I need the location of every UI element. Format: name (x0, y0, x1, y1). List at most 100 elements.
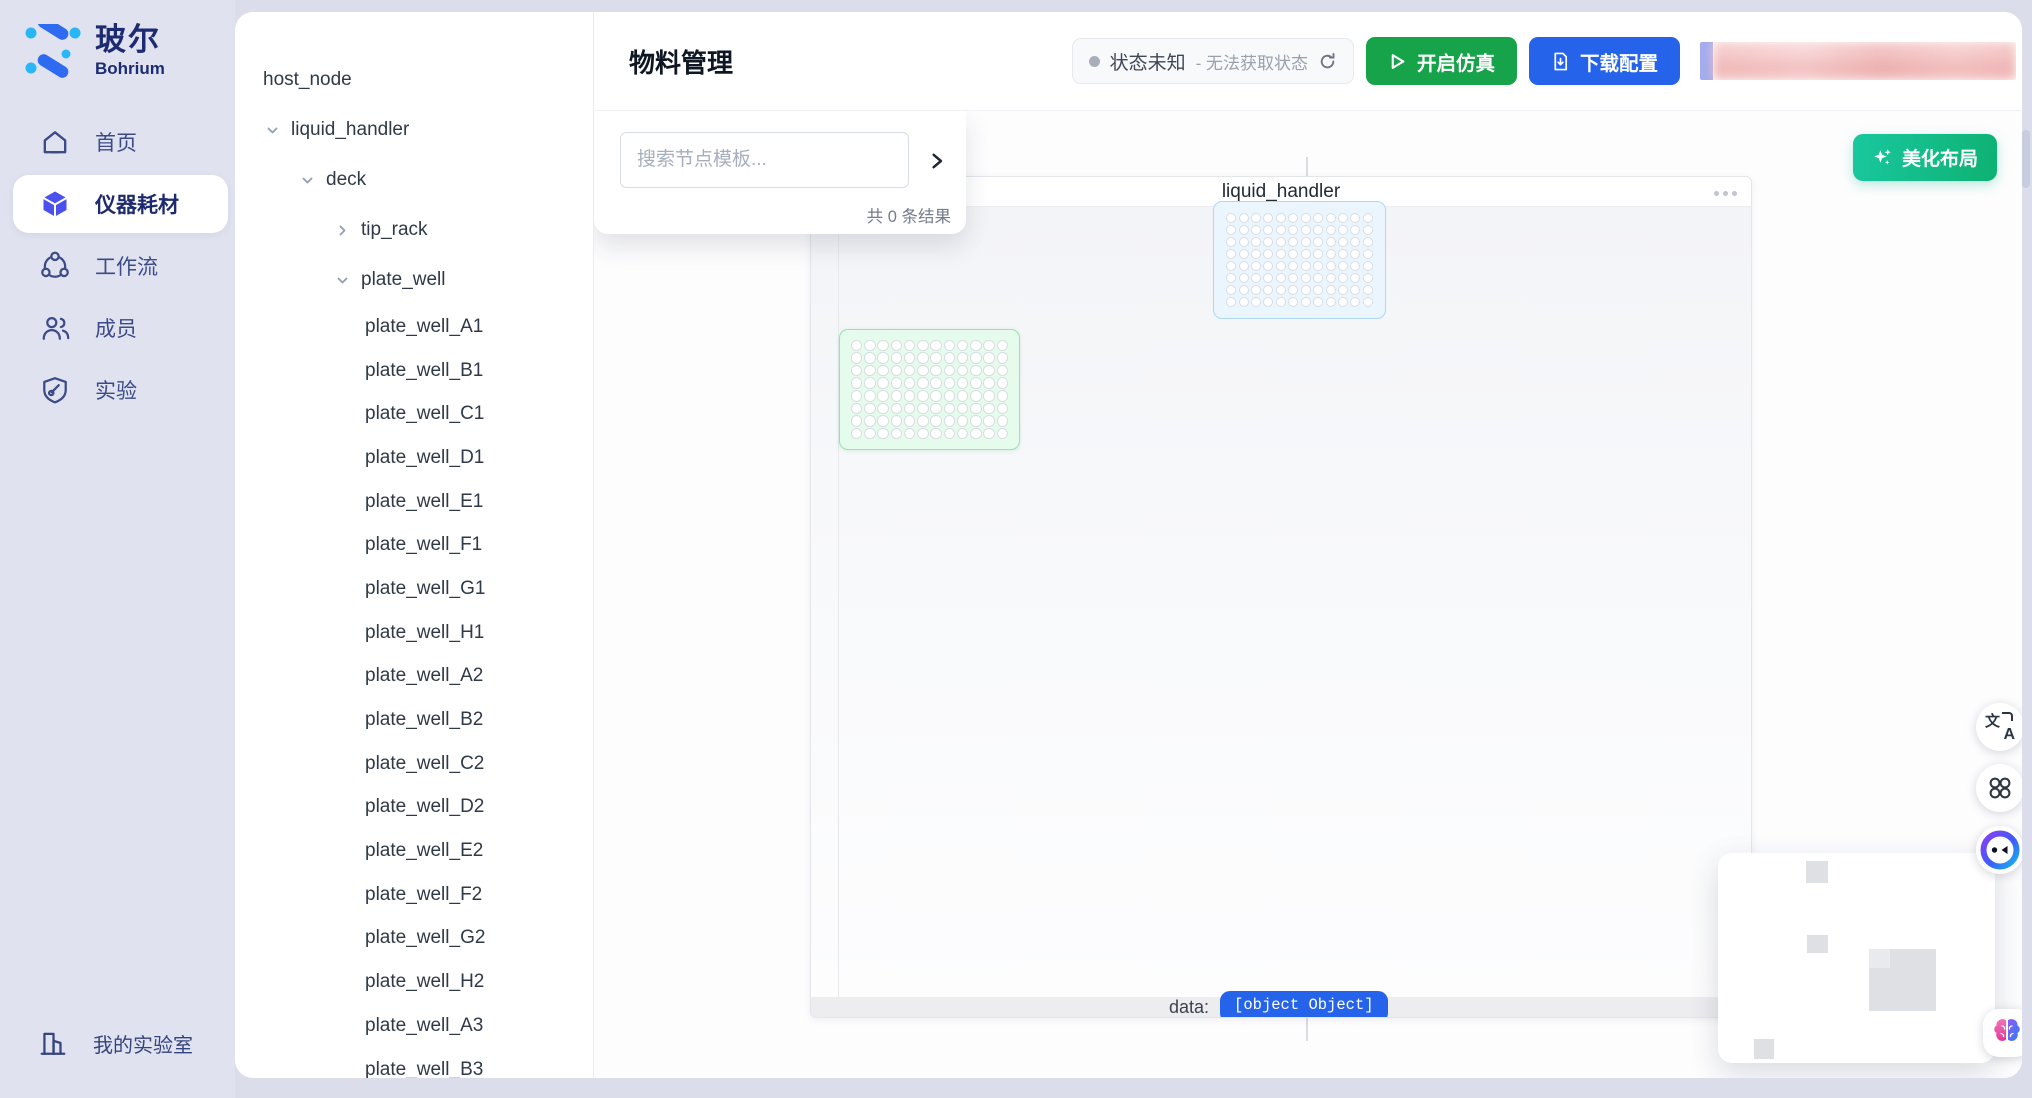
well (877, 403, 889, 415)
node-menu-dots-icon[interactable] (1710, 187, 1741, 200)
minimap-node-rect (1754, 1039, 1774, 1059)
tree-item-plate_well_H2[interactable]: plate_well_H2 (235, 960, 593, 1004)
beautify-layout-button[interactable]: 美化布局 (1853, 134, 1997, 181)
tree-item-plate_well_E1[interactable]: plate_well_E1 (235, 480, 593, 524)
tree-item-tip_rack[interactable]: tip_rack (235, 205, 593, 255)
tree-item-plate_well_B1[interactable]: plate_well_B1 (235, 349, 593, 393)
well-plate-green[interactable] (839, 329, 1020, 450)
node-deck-body (811, 206, 1751, 998)
tree-item-plate_well_A1[interactable]: plate_well_A1 (235, 305, 593, 349)
tree-item-plate_well_H1[interactable]: plate_well_H1 (235, 611, 593, 655)
well (1326, 249, 1336, 259)
well (1313, 237, 1323, 247)
well (930, 377, 942, 389)
tree-item-host_node[interactable]: host_node (235, 55, 593, 105)
tree-item-plate_well_F1[interactable]: plate_well_F1 (235, 523, 593, 567)
tree-item-label: liquid_handler (291, 119, 409, 141)
minimap[interactable] (1718, 853, 1995, 1063)
well (1350, 261, 1360, 271)
well (1288, 261, 1298, 271)
well (1251, 249, 1261, 259)
tree-item-plate_well_F2[interactable]: plate_well_F2 (235, 873, 593, 917)
tree-item-label: plate_well_E1 (365, 491, 483, 513)
well (1251, 261, 1261, 271)
page-scrollbar-thumb[interactable] (2022, 130, 2030, 188)
well (891, 428, 903, 440)
home-icon (40, 127, 70, 157)
tree-item-label: tip_rack (361, 219, 428, 241)
tree-item-plate_well_C2[interactable]: plate_well_C2 (235, 742, 593, 786)
chevron-down-icon[interactable] (300, 173, 315, 188)
liquid-handler-node[interactable]: liquid_handler data: [object Object] (810, 176, 1752, 1018)
well (957, 415, 969, 427)
well (1363, 273, 1373, 283)
tree-item-plate_well[interactable]: plate_well (235, 255, 593, 305)
members-icon (40, 313, 70, 343)
bohrium-logo[interactable]: 玻尔 Bohrium (0, 0, 235, 78)
search-result-count: 共 0 条结果 (867, 203, 951, 227)
tree-item-deck[interactable]: deck (235, 155, 593, 205)
sidebar-item-workflow[interactable]: 工作流 (0, 235, 235, 297)
sidebar-item-members[interactable]: 成员 (0, 297, 235, 359)
start-simulation-button[interactable]: 开启仿真 (1366, 37, 1517, 85)
tree-item-label: plate_well_B2 (365, 709, 483, 731)
download-config-button[interactable]: 下载配置 (1529, 37, 1680, 85)
well (1263, 273, 1273, 283)
well (877, 415, 889, 427)
well (1326, 237, 1336, 247)
well (904, 352, 916, 364)
tree-item-plate_well_A3[interactable]: plate_well_A3 (235, 1004, 593, 1048)
sidebar-footer-label: 我的实验室 (93, 1029, 193, 1058)
minimap-node-rect (1807, 935, 1828, 953)
tree-item-plate_well_D2[interactable]: plate_well_D2 (235, 786, 593, 830)
well (1263, 249, 1273, 259)
well (970, 403, 982, 415)
well (983, 365, 995, 377)
tree-item-plate_well_B3[interactable]: plate_well_B3 (235, 1048, 593, 1078)
node-data-row: data: [object Object] (1169, 991, 1388, 1018)
tree-item-plate_well_E2[interactable]: plate_well_E2 (235, 829, 593, 873)
tree-item-liquid_handler[interactable]: liquid_handler (235, 105, 593, 155)
node-tree-panel: host_node liquid_handlerdeck tip_rackplate… (235, 12, 594, 1078)
tree-item-plate_well_C1[interactable]: plate_well_C1 (235, 392, 593, 436)
well (904, 428, 916, 440)
translate-button[interactable]: 文A (1976, 703, 2022, 751)
well (851, 428, 863, 440)
well (904, 403, 916, 415)
sidebar-item-my-lab[interactable]: 我的实验室 (38, 1028, 193, 1058)
well (851, 340, 863, 352)
knowledge-brain-button[interactable] (1983, 1009, 2022, 1057)
node-template-search-panel: 共 0 条结果 (594, 111, 966, 234)
well (1251, 297, 1261, 307)
chevron-down-icon[interactable] (335, 273, 350, 288)
collapse-panel-button[interactable] (924, 148, 950, 174)
tree-item-plate_well_G1[interactable]: plate_well_G1 (235, 567, 593, 611)
flow-canvas[interactable]: liquid_handler data: [object Object] (594, 111, 2022, 1078)
well (930, 365, 942, 377)
chevron-down-icon[interactable] (265, 123, 280, 138)
sidebar-item-experiments[interactable]: 实验 (0, 359, 235, 421)
tree-item-plate_well_D1[interactable]: plate_well_D1 (235, 436, 593, 480)
well (1326, 261, 1336, 271)
well (1363, 297, 1373, 307)
ai-assistant-button[interactable] (1976, 826, 2022, 874)
sidebar-item-home[interactable]: 首页 (0, 111, 235, 173)
well (997, 365, 1009, 377)
status-dot-icon (1089, 56, 1100, 67)
well (1363, 261, 1373, 271)
well (1226, 249, 1236, 259)
sidebar-item-instruments[interactable]: 仪器耗材 (13, 175, 228, 233)
apps-grid-button[interactable] (1976, 764, 2022, 812)
well (1251, 237, 1261, 247)
well (1363, 225, 1373, 235)
well-plate-blue[interactable] (1213, 201, 1386, 319)
tree-item-plate_well_A2[interactable]: plate_well_A2 (235, 655, 593, 699)
refresh-icon[interactable] (1318, 52, 1337, 71)
search-input[interactable] (620, 132, 909, 188)
tree-item-plate_well_G2[interactable]: plate_well_G2 (235, 917, 593, 961)
tree-item-plate_well_B2[interactable]: plate_well_B2 (235, 698, 593, 742)
well (970, 340, 982, 352)
well (1313, 297, 1323, 307)
well (1301, 285, 1311, 295)
chevron-right-icon[interactable] (335, 223, 350, 238)
